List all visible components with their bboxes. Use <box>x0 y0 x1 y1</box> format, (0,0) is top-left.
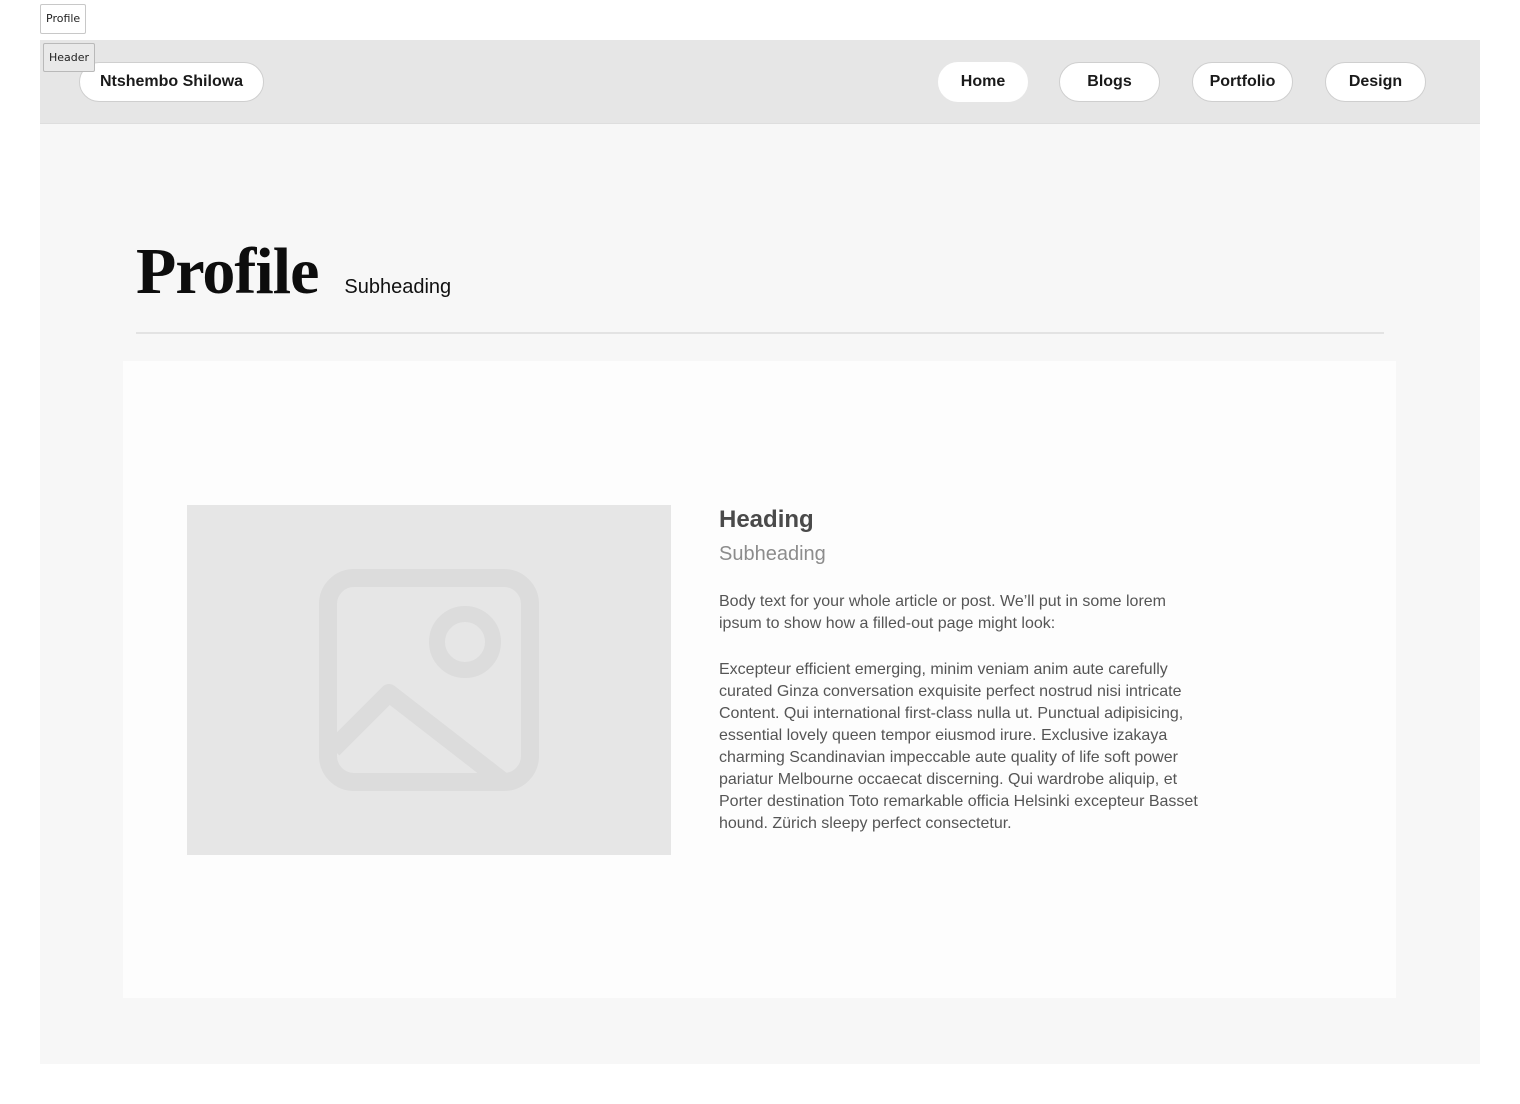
card-text: Heading Subheading Body text for your wh… <box>719 505 1205 835</box>
page-title-row: Profile Subheading <box>136 232 451 312</box>
content-card: Heading Subheading Body text for your wh… <box>123 361 1396 998</box>
nav-portfolio[interactable]: Portfolio <box>1192 62 1293 102</box>
page-subtitle: Subheading <box>344 276 452 298</box>
image-placeholder <box>187 505 671 855</box>
body-paragraph-main: Excepteur efficient emerging, minim veni… <box>719 661 1198 832</box>
nav-home[interactable]: Home <box>938 62 1028 102</box>
site-header: Ntshembo Shilowa Home Blogs Portfolio De… <box>40 40 1480 124</box>
nav-design[interactable]: Design <box>1325 62 1426 102</box>
title-divider <box>136 332 1384 334</box>
brand-button[interactable]: Ntshembo Shilowa <box>79 62 264 102</box>
card-heading: Heading <box>719 506 814 533</box>
nav-blogs[interactable]: Blogs <box>1059 62 1160 102</box>
profile-page: Ntshembo Shilowa Home Blogs Portfolio De… <box>40 40 1480 1064</box>
body-paragraph-intro: Body text for your whole article or post… <box>719 593 1166 632</box>
frame-label-profile: Profile <box>40 4 87 34</box>
card-subheading: Subheading <box>719 543 826 565</box>
frame-label-header: Header <box>43 43 96 72</box>
image-placeholder-icon <box>319 569 539 791</box>
page-title: Profile <box>136 235 319 308</box>
